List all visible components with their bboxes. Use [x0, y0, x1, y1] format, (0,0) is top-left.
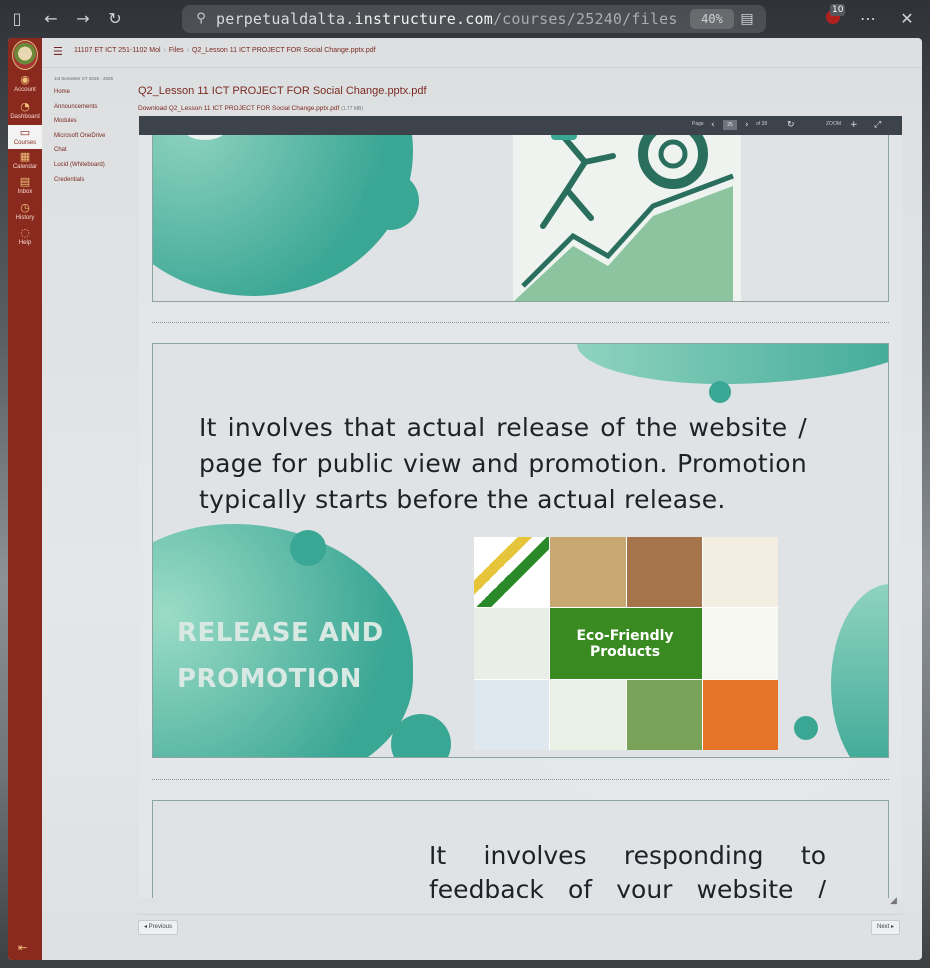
zoom-label: ZOOM: [826, 121, 841, 127]
extension-count-badge: 10: [830, 4, 846, 16]
nav-help[interactable]: ◌ Help: [8, 227, 42, 251]
course-nav-onedrive[interactable]: Microsoft OneDrive: [54, 133, 134, 139]
plants-image: [702, 608, 778, 679]
breadcrumb-current-file: Q2_Lesson 11 ICT PROJECT FOR Social Chan…: [191, 47, 376, 54]
file-size: (1.77 MB): [341, 106, 364, 112]
decorative-blob: [831, 584, 888, 757]
course-navigation: 1st Semester SY 2025 - 2026 Home Announc…: [54, 76, 134, 191]
inbox-icon: ▤: [19, 175, 31, 188]
page-title: Q2_Lesson 11 ICT PROJECT FOR Social Chan…: [138, 85, 427, 97]
page-divider: [152, 322, 889, 323]
download-link[interactable]: Download Q2_Lesson 11 ICT PROJECT FOR So…: [138, 105, 363, 112]
pdf-document-area[interactable]: It involves that actual release of the w…: [139, 135, 902, 898]
notepad-image: [702, 537, 778, 608]
pdf-page: [152, 135, 889, 302]
pdf-page: It involves that actual release of the w…: [152, 343, 889, 758]
course-nav-announcements[interactable]: Announcements: [54, 104, 134, 110]
collapse-nav-icon[interactable]: ⇤: [18, 941, 27, 954]
book-icon: ▭: [19, 126, 31, 139]
shopping-bags-image: [626, 679, 702, 750]
slide-title: RELEASE AND PROMOTION: [177, 618, 384, 694]
site-info-icon[interactable]: ⚲: [192, 10, 210, 28]
address-bar[interactable]: ⚲ perpetualdalta.instructure.com/courses…: [182, 5, 766, 33]
canvas-window: ◉ Account ◔ Dashboard ▭ Courses ▦ Calend…: [8, 38, 922, 960]
global-navigation: ◉ Account ◔ Dashboard ▭ Courses ▦ Calend…: [8, 38, 42, 960]
browser-toolbar: ▯ ← → ↻ ⚲ perpetualdalta.instructure.com…: [0, 0, 930, 38]
close-tab-icon[interactable]: ✕: [896, 8, 918, 30]
nav-dashboard[interactable]: ◔ Dashboard: [8, 101, 42, 125]
recycle-cube-image: [474, 608, 550, 679]
more-menu-icon[interactable]: ⋯: [857, 8, 879, 30]
page-count: of 38: [756, 121, 768, 127]
zoom-level-chip[interactable]: 40%: [690, 9, 734, 29]
next-button[interactable]: Next ▸: [871, 920, 901, 935]
pens-image: [474, 537, 550, 608]
breadcrumb-course[interactable]: 11107 ET ICT 251-1102 Mol: [74, 47, 161, 54]
nav-account[interactable]: ◉ Account: [8, 74, 42, 98]
decorative-dot: [290, 530, 326, 566]
rotate-icon[interactable]: ↻: [787, 119, 795, 131]
decorative-dot: [361, 172, 419, 230]
breadcrumb-separator: ›: [186, 47, 189, 54]
dashboard-icon: ◔: [20, 100, 30, 113]
reader-mode-icon[interactable]: ▤: [738, 10, 756, 28]
decorative-blob: [577, 344, 888, 384]
course-nav-modules[interactable]: Modules: [54, 118, 134, 124]
nav-calendar[interactable]: ▦ Calendar: [8, 151, 42, 175]
resize-handle-icon[interactable]: ◢: [890, 896, 897, 906]
fullscreen-icon[interactable]: ⤢: [874, 119, 881, 131]
help-icon: ◌: [20, 226, 30, 239]
forward-icon[interactable]: →: [72, 8, 94, 30]
previous-button[interactable]: ◂ Previous: [138, 920, 179, 935]
decorative-dot: [794, 716, 818, 740]
next-page-icon[interactable]: ›: [745, 119, 749, 131]
nav-inbox[interactable]: ▤ Inbox: [8, 176, 42, 200]
pdf-viewer-toolbar: Page ‹ 25 › of 38 ↻ ZOOM + ⤢: [139, 116, 902, 135]
page-number-input[interactable]: 25: [723, 120, 737, 130]
reload-icon[interactable]: ↻: [104, 8, 126, 30]
page-divider: [152, 779, 889, 780]
nav-history[interactable]: ◷ History: [8, 202, 42, 226]
term-label: 1st Semester SY 2025 - 2026: [54, 76, 113, 81]
prev-page-icon[interactable]: ‹: [711, 119, 715, 131]
coasters-image: [626, 537, 702, 608]
jute-bag-image: [550, 537, 626, 608]
clock-icon: ◷: [20, 201, 30, 214]
course-nav-home[interactable]: Home: [54, 89, 134, 95]
teamwork-illustration: [513, 135, 741, 301]
school-logo[interactable]: [12, 40, 38, 70]
sidebar-toggle-icon[interactable]: ▯: [6, 8, 28, 30]
bins-image: [550, 679, 626, 750]
breadcrumb-separator: ›: [163, 47, 166, 54]
page-label: Page: [692, 121, 704, 127]
user-icon: ◉: [20, 73, 30, 86]
zoom-in-icon[interactable]: +: [850, 119, 858, 131]
phone-case-image: [702, 679, 778, 750]
eco-banner-label: Eco-Friendly Products: [576, 628, 674, 660]
slide-body-text: It involves that actual release of the w…: [199, 413, 807, 514]
slide-body-text: It involves responding to feedback of yo…: [429, 841, 826, 898]
nav-courses[interactable]: ▭ Courses: [8, 125, 42, 149]
climbing-gears-icon: [514, 135, 734, 301]
breadcrumb: 11107 ET ICT 251-1102 Mol › Files › Q2_Lesso…: [74, 47, 376, 54]
pager-divider: [138, 914, 902, 915]
stapler-image: [474, 679, 550, 750]
decorative-dot: [709, 381, 731, 403]
breadcrumb-files[interactable]: Files: [169, 47, 184, 54]
course-header: ☰ 11107 ET ICT 251-1102 Mol › Files › Q2_Les…: [42, 38, 922, 68]
calendar-icon: ▦: [19, 150, 31, 163]
hamburger-menu-icon[interactable]: ☰: [53, 46, 63, 57]
back-icon[interactable]: ←: [40, 8, 62, 30]
course-nav-chat[interactable]: Chat: [54, 147, 134, 153]
url-text[interactable]: perpetualdalta.instructure.com/courses/2…: [216, 10, 676, 28]
pdf-page: It involves responding to feedback of yo…: [152, 800, 889, 898]
course-nav-lucid[interactable]: Lucid (Whiteboard): [54, 162, 134, 168]
course-nav-credentials[interactable]: Credentials: [54, 177, 134, 183]
